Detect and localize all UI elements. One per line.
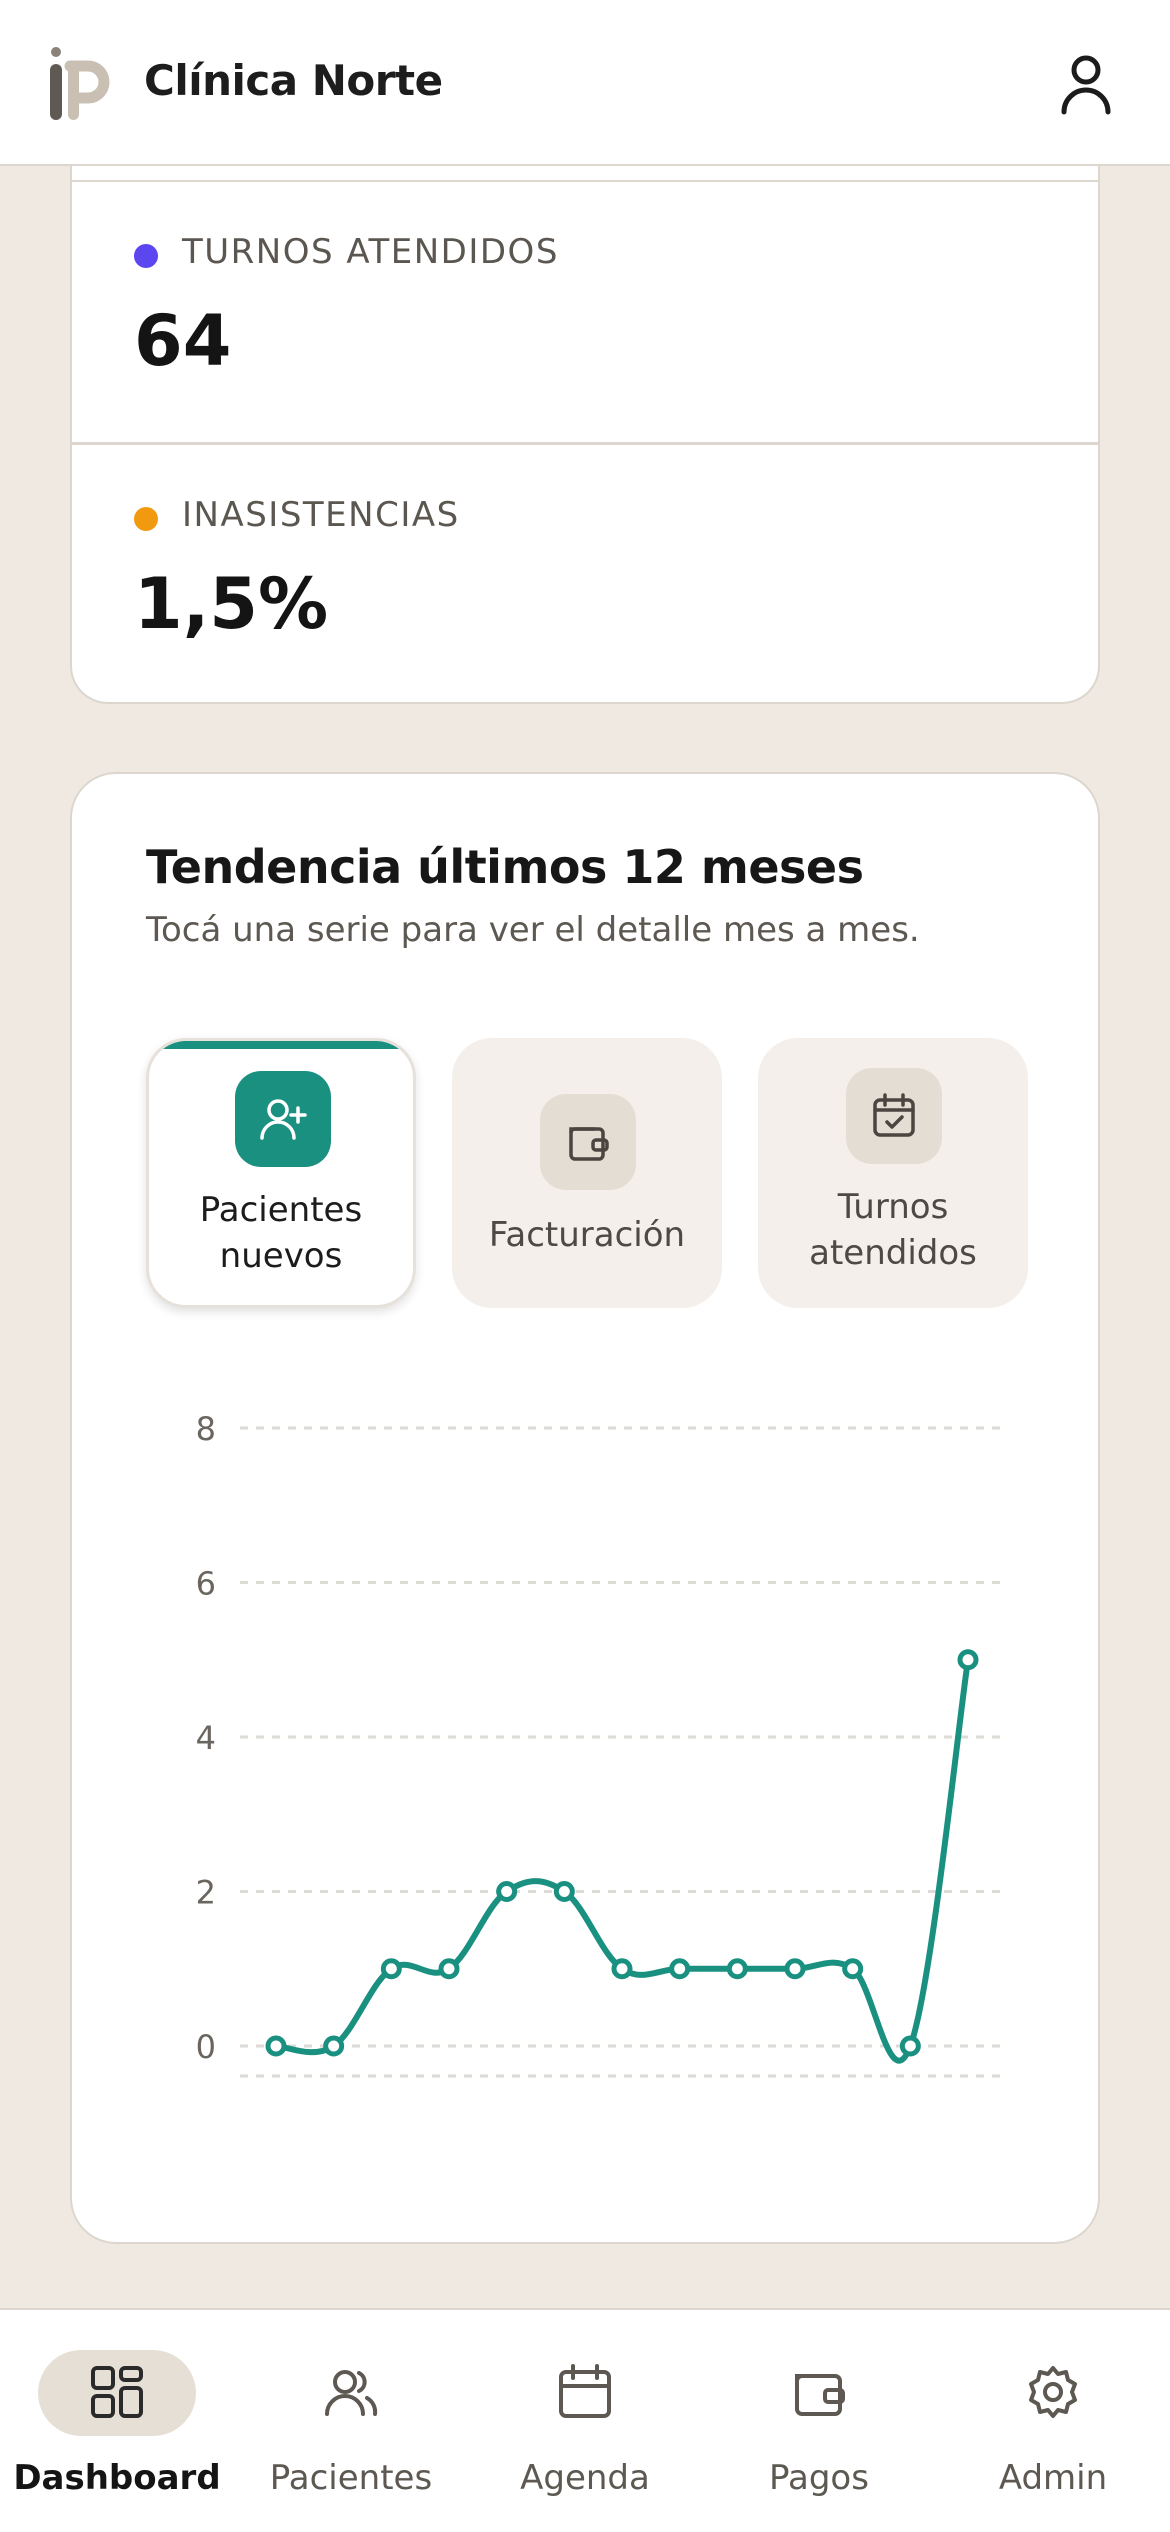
nav-label: Dashboard — [13, 2458, 221, 2498]
data-point — [611, 1958, 633, 1980]
series-tab-label: Turnos atendidos — [809, 1187, 977, 1273]
data-point — [438, 1958, 460, 1980]
trend-card: Tendencia últimos 12 meses Tocá una seri… — [70, 772, 1100, 2244]
nav-label: Agenda — [520, 2458, 650, 2498]
series-tab-pacientes-nuevos[interactable]: Pacientes nuevos — [146, 1038, 416, 1308]
data-point — [842, 1958, 864, 1980]
trend-line-chart[interactable]: 0 2 4 6 8 — [72, 1374, 1102, 2174]
wallet-icon — [795, 2374, 845, 2416]
stats-card: TURNOS ATENDIDOS 64 INASISTENCIAS 1,5% — [70, 120, 1100, 704]
dashboard-icon — [91, 2366, 143, 2418]
y-tick-label: 0 — [196, 2028, 216, 2066]
stat-label: INASISTENCIAS — [182, 495, 460, 535]
data-point — [669, 1958, 691, 1980]
series-tab-label: Pacientes nuevos — [199, 1190, 363, 1276]
wallet-icon — [540, 1094, 636, 1190]
stat-value: 1,5% — [134, 563, 329, 645]
nav-admin[interactable]: Admin — [936, 2310, 1170, 2532]
active-indicator — [149, 1041, 413, 1049]
data-point — [380, 1958, 402, 1980]
stat-color-dot — [134, 507, 158, 531]
stat-value: 64 — [134, 300, 232, 382]
series-line — [273, 1656, 971, 2064]
nav-pacientes[interactable]: Pacientes — [234, 2310, 468, 2532]
clinic-logo-icon — [50, 47, 110, 120]
series-tab-label: Facturación — [488, 1215, 686, 1255]
nav-agenda[interactable]: Agenda — [468, 2310, 702, 2532]
nav-label: Admin — [998, 2458, 1108, 2498]
data-point — [553, 1881, 575, 1902]
data-point — [899, 2035, 921, 2057]
y-tick-label: 4 — [196, 1719, 216, 1757]
y-tick-label: 8 — [196, 1410, 216, 1448]
nav-label: Pacientes — [269, 2458, 433, 2498]
bottom-navigation: Dashboard Pacientes Agenda Pagos Admin — [0, 2308, 1170, 2532]
trend-subtitle: Tocá una serie para ver el detalle mes a… — [146, 910, 920, 950]
trend-title: Tendencia últimos 12 meses — [146, 840, 864, 894]
calendar-check-icon — [846, 1068, 942, 1164]
stat-color-dot — [134, 244, 158, 268]
data-point — [957, 1649, 979, 1671]
app-title: Clínica Norte — [144, 56, 443, 105]
stat-inasistencias[interactable]: INASISTENCIAS 1,5% — [72, 442, 1098, 702]
data-point — [726, 1958, 748, 1980]
gear-icon — [1029, 2366, 1077, 2418]
user-plus-icon — [235, 1071, 331, 1167]
profile-icon[interactable] — [1050, 48, 1122, 120]
calendar-icon — [559, 2364, 611, 2418]
series-tab-turnos-atendidos[interactable]: Turnos atendidos — [758, 1038, 1028, 1308]
data-point — [496, 1881, 518, 1902]
data-point — [265, 2035, 287, 2057]
series-tab-facturacion[interactable]: Facturación — [452, 1038, 722, 1308]
y-tick-label: 2 — [196, 1874, 216, 1912]
data-point — [784, 1958, 806, 1980]
y-tick-label: 6 — [196, 1565, 216, 1603]
nav-pagos[interactable]: Pagos — [702, 2310, 936, 2532]
users-icon — [325, 2370, 378, 2416]
nav-label: Pagos — [769, 2458, 869, 2498]
stat-label: TURNOS ATENDIDOS — [182, 232, 559, 272]
stat-turnos-atendidos[interactable]: TURNOS ATENDIDOS 64 — [72, 182, 1098, 442]
nav-dashboard[interactable]: Dashboard — [0, 2310, 234, 2532]
app-header: Clínica Norte — [0, 0, 1170, 166]
data-point — [323, 2035, 345, 2057]
